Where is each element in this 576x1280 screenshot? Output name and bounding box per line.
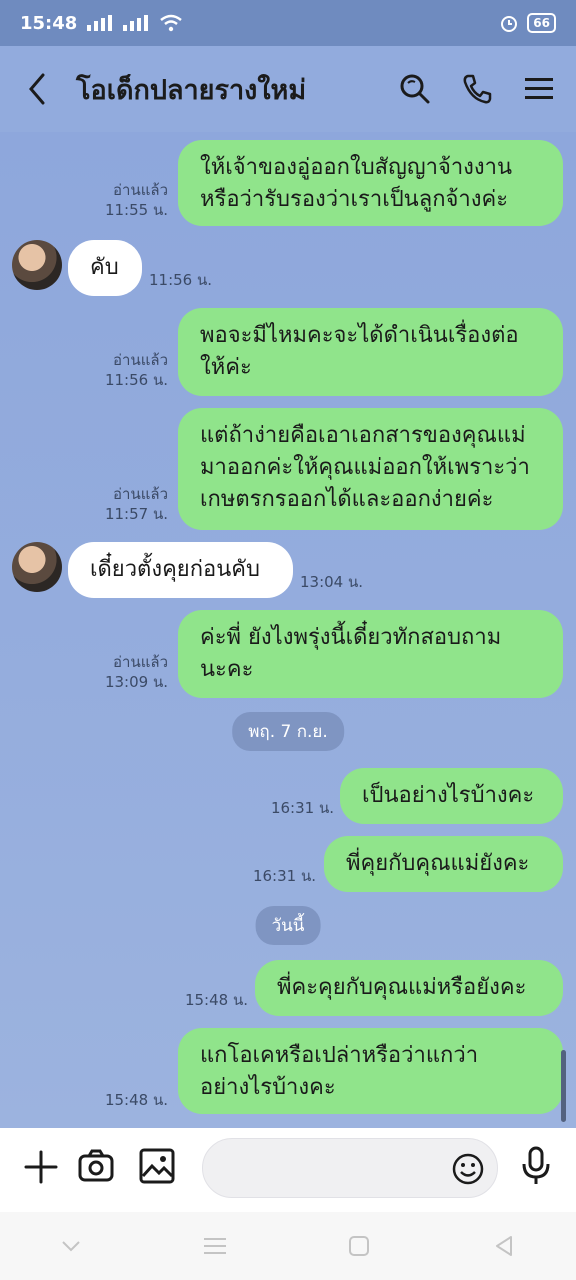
wifi-icon xyxy=(160,14,183,32)
chevron-down-icon[interactable] xyxy=(61,1240,81,1252)
message-text: พี่คะคุยกับคุณแม่หรือยังคะ xyxy=(277,975,527,1000)
back-button[interactable] xyxy=(20,72,54,106)
message-time: 13:09 น. xyxy=(104,673,168,691)
battery-indicator: 66 xyxy=(527,13,556,33)
message-bubble-outgoing[interactable]: ค่ะพี่ ยังไงพรุ่งนี้เดี๋ยวทักสอบถาม นะคะ xyxy=(178,610,563,698)
message-time: 15:48 น. xyxy=(104,1091,168,1109)
message-bubble-outgoing[interactable]: พี่คุยกับคุณแม่ยังคะ xyxy=(324,836,563,892)
message-input[interactable] xyxy=(202,1138,498,1198)
avatar[interactable] xyxy=(12,542,62,592)
message-time: 11:55 น. xyxy=(104,201,168,219)
message-meta: อ่านแล้ว 11:56 น. xyxy=(105,350,168,390)
camera-button[interactable] xyxy=(78,1148,114,1188)
date-separator: พฤ. 7 ก.ย. xyxy=(232,712,344,751)
signal-icon xyxy=(123,15,149,31)
message-text: หรือว่ารับรองว่าเราเป็นลูกจ้างค่ะ xyxy=(200,187,509,212)
gallery-button[interactable] xyxy=(139,1148,175,1188)
message-text: เดี๋ยวตั้งคุยก่อนคับ xyxy=(90,557,260,582)
phone-icon xyxy=(463,74,492,104)
message-bubble-outgoing[interactable]: พี่คะคุยกับคุณแม่หรือยังคะ xyxy=(255,960,563,1016)
clock: 15:48 xyxy=(20,12,78,34)
message-text: พี่คุยกับคุณแม่ยังคะ xyxy=(346,851,530,876)
read-receipt: อ่านแล้ว xyxy=(113,351,168,369)
alarm-icon xyxy=(501,16,518,32)
message-bubble-outgoing[interactable]: แต่ถ้าง่ายคือเอาเอกสารของคุณแม่ มาออกค่ะ… xyxy=(178,408,563,530)
message-text: ค่ะพี่ ยังไงพรุ่งนี้เดี๋ยวทักสอบถาม xyxy=(200,625,502,650)
message-time: 11:57 น. xyxy=(104,505,168,523)
message-time: 16:31 น. xyxy=(270,799,334,817)
chat-title: โอเด็กปลายรางใหม่ xyxy=(76,74,307,106)
menu-icon xyxy=(525,78,553,99)
status-bar: 15:48 66 xyxy=(0,0,576,46)
add-button[interactable] xyxy=(24,1150,58,1188)
message-text: พอจะมีไหมคะจะได้ดำเนินเรื่องต่อ xyxy=(200,323,519,348)
emoji-icon xyxy=(452,1153,484,1185)
search-button[interactable] xyxy=(398,72,432,106)
message-time: 16:31 น. xyxy=(252,867,316,885)
image-icon xyxy=(139,1148,175,1184)
message-text: มาออกค่ะให้คุณแม่ออกให้เพราะว่า xyxy=(200,455,530,480)
camera-icon xyxy=(78,1149,114,1182)
message-bubble-incoming[interactable]: คับ xyxy=(68,240,142,296)
plus-icon xyxy=(24,1150,58,1184)
message-meta: อ่านแล้ว 11:55 น. xyxy=(105,180,168,220)
signal-icon xyxy=(87,15,113,31)
message-text: คับ xyxy=(90,255,119,280)
home-square-icon[interactable] xyxy=(348,1235,370,1257)
read-receipt: อ่านแล้ว xyxy=(113,653,168,671)
composer xyxy=(0,1128,576,1212)
message-text: ให้ค่ะ xyxy=(200,355,252,380)
message-time: 11:56 น. xyxy=(104,371,168,389)
avatar[interactable] xyxy=(12,240,62,290)
message-text: เป็นอย่างไรบ้างคะ xyxy=(362,783,535,808)
read-receipt: อ่านแล้ว xyxy=(113,181,168,199)
call-button[interactable] xyxy=(460,72,494,106)
system-navigation-bar xyxy=(0,1212,576,1280)
menu-button[interactable] xyxy=(522,72,556,106)
date-separator: วันนี้ xyxy=(255,906,321,945)
message-time: 15:48 น. xyxy=(184,991,248,1009)
message-meta: อ่านแล้ว 13:09 น. xyxy=(105,652,168,692)
voice-button[interactable] xyxy=(520,1146,552,1190)
chat-header: โอเด็กปลายรางใหม่ xyxy=(0,46,576,132)
chevron-left-icon xyxy=(29,73,45,105)
search-icon xyxy=(400,74,430,104)
message-list[interactable]: ให้เจ้าของอู่ออกใบสัญญาจ้างงาน หรือว่ารั… xyxy=(0,132,576,1128)
scrollbar[interactable] xyxy=(561,1050,566,1122)
read-receipt: อ่านแล้ว xyxy=(113,485,168,503)
microphone-icon xyxy=(522,1146,550,1184)
menu-icon[interactable] xyxy=(203,1237,226,1255)
message-text: แต่ถ้าง่ายคือเอาเอกสารของคุณแม่ xyxy=(200,423,526,448)
message-text: แกโอเคหรือเปล่าหรือว่าแกว่า xyxy=(200,1043,479,1068)
message-time: 13:04 น. xyxy=(300,573,364,591)
message-text: เกษตรกรออกได้และออกง่ายค่ะ xyxy=(200,487,494,512)
message-text: นะคะ xyxy=(200,657,254,682)
message-bubble-outgoing[interactable]: พอจะมีไหมคะจะได้ดำเนินเรื่องต่อ ให้ค่ะ xyxy=(178,308,563,396)
message-text: ให้เจ้าของอู่ออกใบสัญญาจ้างงาน xyxy=(200,155,513,180)
emoji-button[interactable] xyxy=(451,1152,485,1190)
message-time: 11:56 น. xyxy=(149,271,213,289)
message-text: อย่างไรบ้างคะ xyxy=(200,1075,336,1100)
message-bubble-outgoing[interactable]: ให้เจ้าของอู่ออกใบสัญญาจ้างงาน หรือว่ารั… xyxy=(178,140,563,226)
message-meta: อ่านแล้ว 11:57 น. xyxy=(105,484,168,524)
message-bubble-outgoing[interactable]: เป็นอย่างไรบ้างคะ xyxy=(340,768,563,824)
message-bubble-incoming[interactable]: เดี๋ยวตั้งคุยก่อนคับ xyxy=(68,542,293,598)
back-triangle-icon[interactable] xyxy=(493,1235,515,1257)
message-bubble-outgoing[interactable]: แกโอเคหรือเปล่าหรือว่าแกว่า อย่างไรบ้างค… xyxy=(178,1028,563,1114)
